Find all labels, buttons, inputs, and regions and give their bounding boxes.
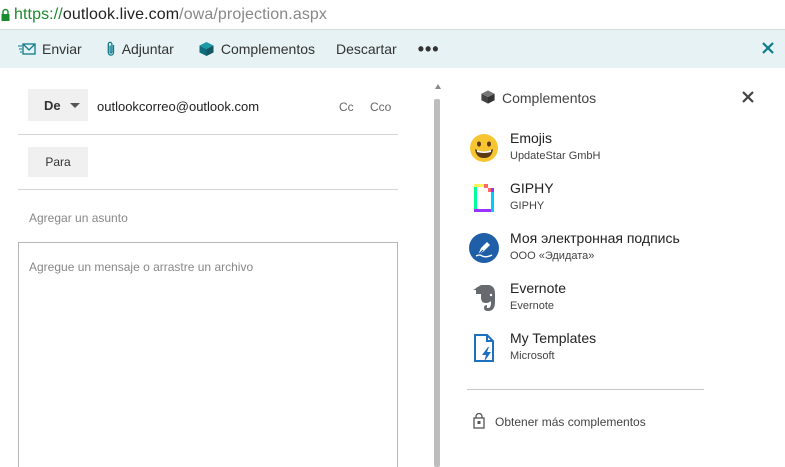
subject-input[interactable]: Agregar un asunto: [29, 211, 128, 225]
message-body-input[interactable]: Agregue un mensaje o arrastre un archivo: [18, 242, 398, 467]
giphy-icon: [474, 184, 494, 212]
signature-pen-icon: [469, 233, 499, 263]
addin-name: Моя электронная подпись: [510, 230, 680, 246]
get-more-addins-link[interactable]: Obtener más complementos: [495, 415, 646, 429]
addin-publisher: Evernote: [510, 300, 555, 312]
from-divider: [18, 134, 398, 135]
lock-icon: [1, 8, 10, 21]
address-bar[interactable]: https://outlook.live.com/owa/projection.…: [0, 0, 785, 30]
addin-name: Emojis: [510, 130, 553, 146]
attach-button[interactable]: Adjuntar: [106, 30, 174, 68]
send-label: Enviar: [42, 41, 82, 57]
addin-item-giphy[interactable]: GIPHY GIPHY: [468, 180, 728, 220]
attach-label: Adjuntar: [121, 41, 174, 57]
addin-publisher: UpdateStar GmbH: [510, 150, 601, 162]
addins-button[interactable]: Complementos: [198, 30, 315, 68]
addins-cube-icon: [199, 42, 214, 56]
url-host: outlook.live.com: [62, 5, 180, 23]
close-pane-icon[interactable]: [741, 90, 755, 104]
message-body-placeholder: Agregue un mensaje o arrastre un archivo: [29, 260, 254, 274]
caret-down-icon: [69, 102, 80, 108]
from-email: outlookcorreo@outlook.com: [97, 99, 260, 114]
url-text[interactable]: https://outlook.live.com/owa/projection.…: [14, 6, 327, 24]
addin-name: Evernote: [510, 280, 567, 296]
addin-item-evernote[interactable]: Evernote Evernote: [468, 280, 728, 320]
send-button[interactable]: Enviar: [18, 30, 82, 68]
addin-publisher: Microsoft: [510, 350, 555, 362]
addins-pane-title: Complementos: [502, 90, 597, 106]
url-path: /owa/projection.aspx: [179, 5, 328, 23]
addin-item-signature[interactable]: Моя электронная подпись ООО «Эдидата»: [468, 230, 728, 270]
scroll-up-arrow-icon[interactable]: [435, 84, 441, 89]
to-button[interactable]: Para: [28, 147, 88, 177]
templates-icon: [474, 334, 494, 362]
addin-publisher: GIPHY: [510, 200, 545, 212]
send-icon: [18, 43, 36, 55]
evernote-elephant-icon: [473, 285, 495, 311]
cc-button[interactable]: Cc: [339, 100, 354, 114]
addin-name: GIPHY: [510, 180, 554, 196]
discard-button[interactable]: Descartar: [336, 30, 397, 68]
to-divider: [18, 189, 398, 190]
to-label: Para: [45, 155, 71, 169]
from-label: De: [44, 97, 61, 113]
paperclip-icon: [107, 41, 114, 56]
emoji-smiley-icon: [470, 134, 498, 162]
bcc-button[interactable]: Cco: [370, 100, 391, 114]
addins-label: Complementos: [220, 41, 315, 57]
addin-name: My Templates: [510, 330, 597, 346]
more-options-button[interactable]: •••: [418, 30, 440, 68]
addin-item-my-templates[interactable]: My Templates Microsoft: [468, 330, 728, 370]
store-bag-icon: [473, 413, 485, 429]
discard-label: Descartar: [336, 41, 397, 57]
url-scheme: https://: [14, 5, 63, 23]
scrollbar-thumb[interactable]: [434, 99, 440, 467]
command-bar: Enviar Adjuntar Complementos Descartar •…: [0, 30, 785, 68]
close-compose-icon[interactable]: [759, 39, 777, 57]
addins-divider: [467, 389, 704, 390]
from-button[interactable]: De: [28, 89, 88, 121]
addins-cube-icon: [481, 90, 495, 104]
addin-item-emojis[interactable]: Emojis UpdateStar GmbH: [468, 130, 728, 170]
more-options-label: •••: [417, 38, 440, 59]
addin-publisher: ООО «Эдидата»: [510, 250, 595, 262]
